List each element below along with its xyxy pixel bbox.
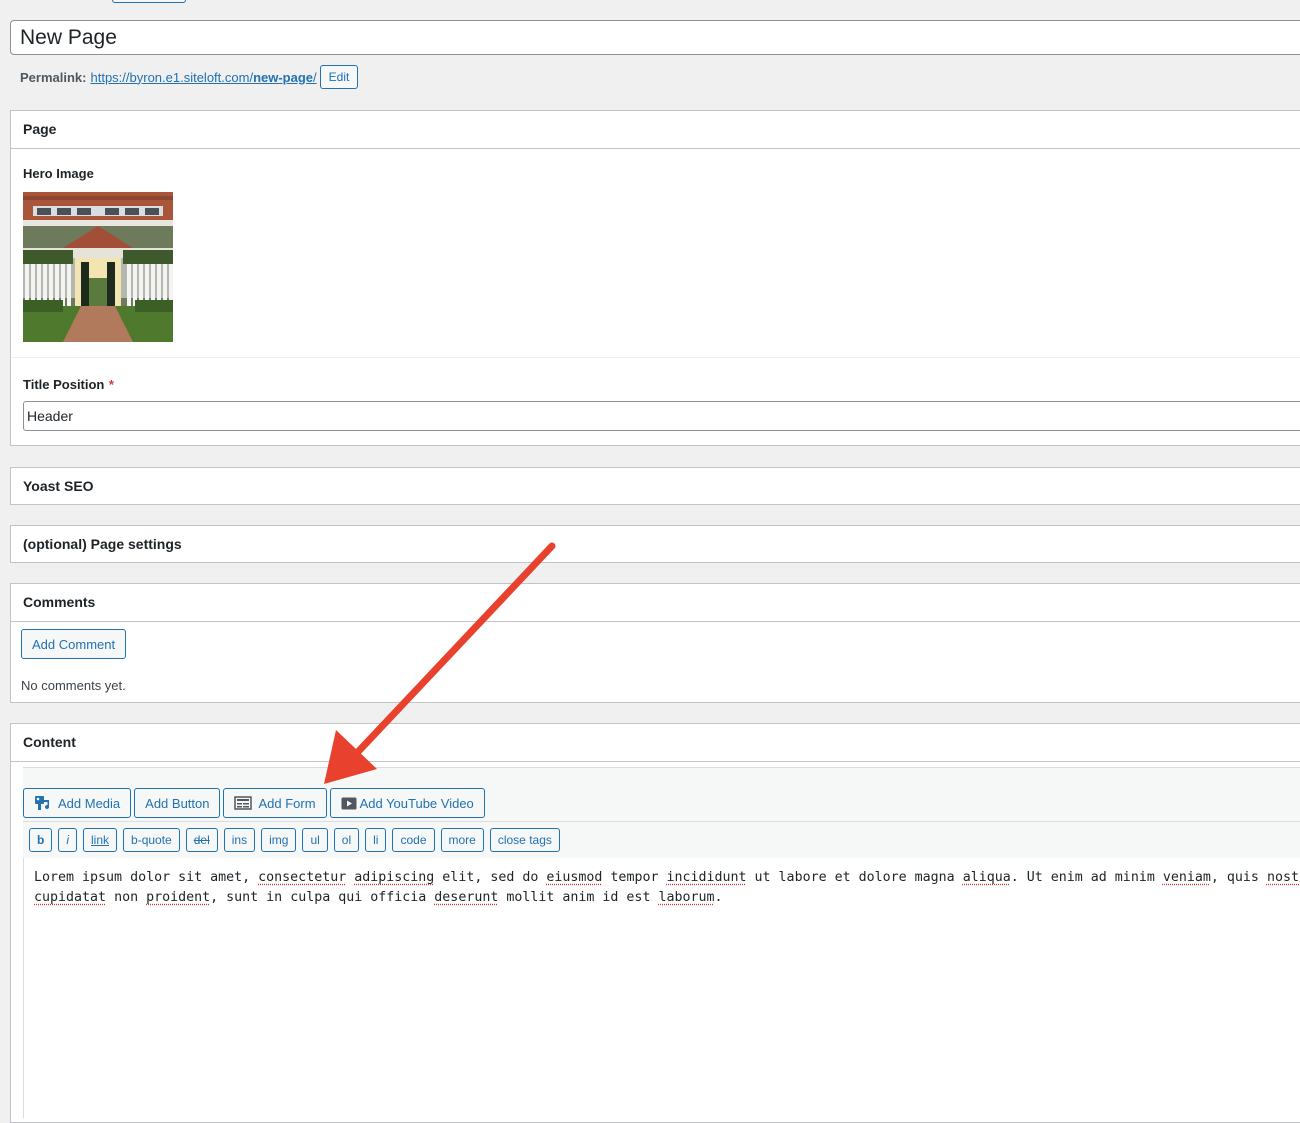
quicktag-italic[interactable]: i [58,828,77,852]
form-icon [234,796,252,810]
misspelled-word: veniam [1163,870,1211,885]
misspelled-word: cupidatat [34,890,106,905]
required-mark: * [109,377,114,392]
add-form-label: Add Form [258,796,315,811]
text-run: Lorem ipsum dolor sit amet, [34,870,258,885]
add-youtube-video-label: Add YouTube Video [360,796,474,811]
misspelled-word: aliqua [963,870,1011,885]
permalink-link[interactable]: https://byron.e1.siteloft.com/new-page/ [90,70,316,85]
misspelled-word: proident [146,890,210,905]
title-position-select[interactable]: Header [23,401,1300,431]
title-position-label-text: Title Position [23,377,104,392]
yoast-seo-panel: Yoast SEO [10,467,1300,505]
misspelled-word: nostrud [1267,870,1300,885]
quicktag-code[interactable]: code [392,828,434,852]
text-run: ut labore et dolore magna [747,870,963,885]
field-divider [11,357,1300,358]
add-media-label: Add Media [58,796,120,811]
text-run: , sunt in culpa qui officia [210,890,434,905]
content-heading[interactable]: Content [11,724,1300,762]
text-run: , quis [1211,870,1267,885]
no-comments-text: No comments yet. [21,678,126,693]
permalink-tail: / [313,70,317,85]
media-buttons: Add Media Add Button Add Form Add YouTub… [23,788,485,818]
misspelled-word: adipiscing [354,870,434,885]
editor-line-1: Lorem ipsum dolor sit amet, consectetur … [34,870,1300,885]
quicktag-blockquote[interactable]: b-quote [123,828,180,852]
comments-panel: Comments Add Comment No comments yet. [10,583,1300,703]
text-run: . Ut enim ad minim [1011,870,1163,885]
permalink-edit-button[interactable]: Edit [320,65,359,89]
text-run: mollit anim id est [498,890,658,905]
text-run: non [106,890,146,905]
video-icon [341,797,357,810]
title-position-label: Title Position * [23,376,114,394]
misspelled-word: eiusmod [546,870,602,885]
top-button-stub[interactable] [112,0,186,3]
quicktag-bold[interactable]: b [29,828,52,852]
quicktag-ins[interactable]: ins [224,828,255,852]
page-panel-heading[interactable]: Page [11,111,1300,149]
text-run: tempor [602,870,666,885]
misspelled-word: laborum [658,890,714,905]
misspelled-word: incididunt [666,870,746,885]
quicktag-link[interactable]: link [83,828,117,852]
permalink-base: https://byron.e1.siteloft.com/ [90,70,253,85]
add-button-button[interactable]: Add Button [134,788,220,818]
misspelled-word: consectetur [258,870,346,885]
quicktag-img[interactable]: img [261,828,296,852]
text-run: . [715,890,723,905]
quicktag-li[interactable]: li [365,828,386,852]
permalink-slug: new-page [253,70,313,85]
permalink-label: Permalink: [20,70,86,85]
editor-line-2: cupidatat non proident, sunt in culpa qu… [34,890,723,905]
add-button-label: Add Button [145,796,209,811]
media-icon [34,795,52,811]
quicktag-del[interactable]: del [186,828,218,852]
content-panel: Content Add Media Add Button Add Form Ad… [10,723,1300,1123]
editor-text: Lorem ipsum dolor sit amet, consectetur … [34,868,1300,908]
misspelled-word: deserunt [434,890,498,905]
add-form-button[interactable]: Add Form [223,788,326,818]
add-comment-button[interactable]: Add Comment [21,629,126,659]
add-media-button[interactable]: Add Media [23,788,131,818]
page-panel: Page Hero Image Title Position * Header [10,110,1300,446]
yoast-seo-heading[interactable]: Yoast SEO [11,468,1300,505]
hero-image[interactable] [23,192,173,342]
quicktag-close-tags[interactable]: close tags [490,828,560,852]
page-title-input[interactable]: New Page [10,20,1300,55]
comments-heading[interactable]: Comments [11,584,1300,622]
quicktags-buttons: b i link b-quote del ins img ul ol li co… [29,828,560,852]
page-settings-heading[interactable]: (optional) Page settings [11,526,1300,563]
quicktag-ul[interactable]: ul [302,828,327,852]
quicktag-more[interactable]: more [441,828,484,852]
quicktags-toolbar: b i link b-quote del ins img ul ol li co… [23,821,1300,859]
content-editor-textarea[interactable]: Lorem ipsum dolor sit amet, consectetur … [23,858,1300,1118]
page-settings-panel: (optional) Page settings [10,525,1300,563]
hero-image-label: Hero Image [23,166,94,181]
permalink-row: Permalink: https://byron.e1.siteloft.com… [20,64,358,90]
quicktag-ol[interactable]: ol [334,828,359,852]
add-youtube-video-button[interactable]: Add YouTube Video [330,788,485,818]
hero-image-graphic [23,192,173,342]
text-run: elit, sed do [434,870,546,885]
